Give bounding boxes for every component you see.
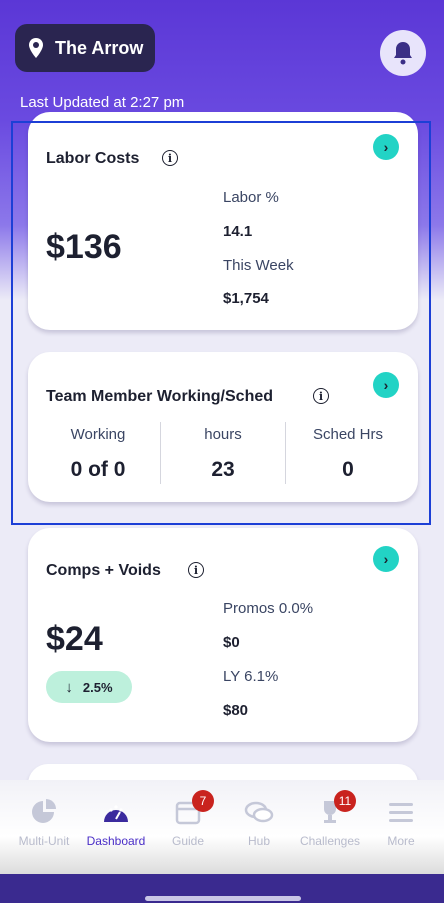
nav-label: Hub xyxy=(247,834,270,848)
location-pin-icon xyxy=(29,38,43,58)
last-updated-text: Last Updated at 2:27 pm xyxy=(20,94,185,111)
gauge-icon xyxy=(104,805,128,822)
comps-voids-arrow-button[interactable]: › xyxy=(373,546,399,572)
nav-label: More xyxy=(387,834,415,848)
ly-value: $80 xyxy=(223,702,249,719)
pie-chart-icon xyxy=(32,799,56,823)
home-indicator[interactable] xyxy=(145,896,301,901)
bottom-navigation: Multi-Unit Dashboard 7 Guide Hub 11 Chal… xyxy=(0,780,444,874)
location-selector[interactable]: The Arrow xyxy=(15,24,155,72)
chevron-right-icon: › xyxy=(383,551,389,567)
arrow-down-icon: ↓ xyxy=(65,678,73,696)
location-name: The Arrow xyxy=(55,37,144,58)
comps-voids-amount: $24 xyxy=(46,620,103,658)
bell-icon xyxy=(394,42,412,65)
change-badge: ↓ 2.5% xyxy=(46,671,132,703)
nav-guide[interactable]: 7 Guide xyxy=(148,780,228,874)
selection-highlight xyxy=(11,121,431,525)
nav-more[interactable]: More xyxy=(361,780,441,874)
challenges-badge: 11 xyxy=(334,790,356,812)
notifications-button[interactable] xyxy=(380,30,426,76)
ly-label: LY 6.1% xyxy=(223,668,279,685)
comps-voids-title: Comps + Voids xyxy=(46,562,161,579)
info-icon[interactable]: i xyxy=(188,562,204,578)
nav-label: Dashboard xyxy=(86,834,146,848)
nav-multi-unit[interactable]: Multi-Unit xyxy=(4,780,84,874)
nav-label: Challenges xyxy=(299,834,361,848)
change-badge-value: 2.5% xyxy=(82,679,113,695)
menu-icon xyxy=(389,803,413,822)
promos-value: $0 xyxy=(223,634,240,651)
chat-bubbles-icon xyxy=(244,801,274,823)
guide-badge: 7 xyxy=(192,790,214,812)
comps-voids-card[interactable]: Comps + Voids i › $24 ↓ 2.5% Promos 0.0%… xyxy=(28,528,418,742)
nav-dashboard[interactable]: Dashboard xyxy=(76,780,156,874)
nav-challenges[interactable]: 11 Challenges xyxy=(290,780,370,874)
nav-hub[interactable]: Hub xyxy=(219,780,299,874)
nav-label: Multi-Unit xyxy=(18,834,70,848)
nav-label: Guide xyxy=(171,834,205,848)
promos-label: Promos 0.0% xyxy=(223,600,314,617)
